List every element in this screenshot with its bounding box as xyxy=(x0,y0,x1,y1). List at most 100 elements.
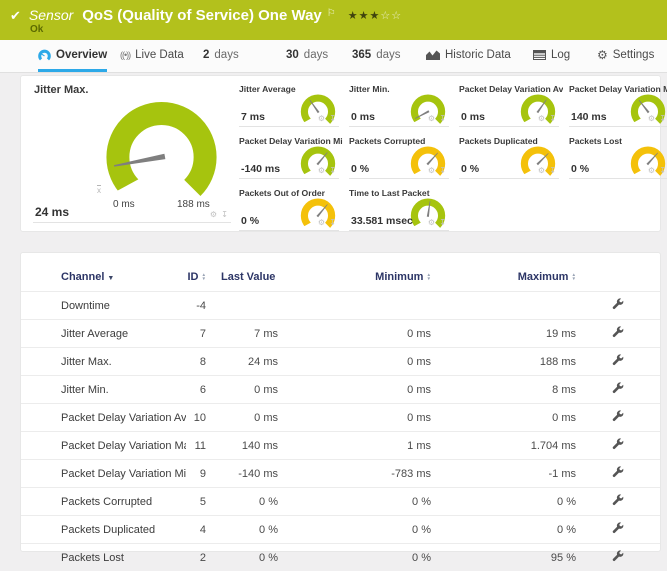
minimum-value xyxy=(278,292,431,320)
tab-30-days[interactable]: 30 days xyxy=(286,40,328,72)
channel-settings-wrench-icon[interactable] xyxy=(612,497,624,509)
channel-settings-wrench-icon[interactable] xyxy=(612,413,624,425)
flag-icon[interactable]: ⚐ xyxy=(327,8,336,19)
gauge-value: 0 % xyxy=(241,215,259,227)
channel-settings-wrench-icon[interactable] xyxy=(612,301,624,313)
tab-live-data[interactable]: ((•)) Live Data xyxy=(120,40,184,72)
column-header-last-value[interactable]: Last Value▲▼ xyxy=(206,265,278,292)
channel-name[interactable]: Jitter Average xyxy=(21,320,186,348)
channel-id: 11 xyxy=(186,432,206,460)
channel-settings-wrench-icon[interactable] xyxy=(612,385,624,397)
gauge-actions[interactable]: ⚙ ↧ xyxy=(538,166,557,175)
channel-settings-wrench-icon[interactable] xyxy=(612,553,624,565)
channel-name[interactable]: Downtime xyxy=(21,292,186,320)
channel-settings-wrench-icon[interactable] xyxy=(612,357,624,369)
table-row[interactable]: Packet Delay Variation Min. 9 -140 ms -7… xyxy=(21,460,660,488)
minimum-value: 0 % xyxy=(278,544,431,571)
gear-icon: ⚙ xyxy=(428,218,436,227)
tab-historic-data[interactable]: Historic Data xyxy=(426,40,511,72)
channel-id: -4 xyxy=(186,292,206,320)
maximum-value xyxy=(431,292,576,320)
channel-id: 4 xyxy=(186,516,206,544)
sort-icon: ▲▼ xyxy=(571,273,576,282)
last-value: 0 % xyxy=(206,488,278,516)
gauge-actions[interactable]: ⚙ ↧ xyxy=(318,114,337,123)
maximum-value: 8 ms xyxy=(431,376,576,404)
table-row[interactable]: Packets Lost 2 0 % 0 % 95 % xyxy=(21,544,660,571)
channel-name[interactable]: Jitter Max. xyxy=(21,348,186,376)
pin-icon: ↧ xyxy=(549,166,557,175)
maximum-value: 19 ms xyxy=(431,320,576,348)
column-header-minimum[interactable]: Minimum▲▼ xyxy=(278,265,431,292)
column-header-maximum[interactable]: Maximum▲▼ xyxy=(431,265,576,292)
maximum-value: 0 % xyxy=(431,488,576,516)
primary-gauge-dial xyxy=(104,94,219,203)
channel-id: 8 xyxy=(186,348,206,376)
mean-icon[interactable]: x xyxy=(97,186,101,195)
gauge-actions[interactable]: ⚙ ↧ xyxy=(318,218,337,227)
channel-name[interactable]: Packets Lost xyxy=(21,544,186,571)
maximum-value: 0 % xyxy=(431,516,576,544)
sensor-header: ✔ Sensor QoS (Quality of Service) One Wa… xyxy=(0,0,667,40)
channel-settings-wrench-icon[interactable] xyxy=(612,525,624,537)
gauge-actions[interactable]: ⚙ ↧ xyxy=(318,166,337,175)
gear-icon: ⚙ xyxy=(538,114,546,123)
table-row[interactable]: Jitter Max. 8 24 ms 0 ms 188 ms xyxy=(21,348,660,376)
last-value: 7 ms xyxy=(206,320,278,348)
gauge-actions[interactable]: ⚙ ↧ xyxy=(428,218,447,227)
gauge-icon xyxy=(38,49,51,61)
star-icon: ☆ xyxy=(380,10,391,22)
channel-name[interactable]: Packet Delay Variation Max. xyxy=(21,432,186,460)
gauge-tile-jitter-average: Jitter Average 7 ms ⚙ ↧ xyxy=(237,82,341,127)
tab-overview[interactable]: Overview xyxy=(38,40,107,72)
table-row[interactable]: Packet Delay Variation Av... 10 0 ms 0 m… xyxy=(21,404,660,432)
table-row[interactable]: Packets Duplicated 4 0 % 0 % 0 % xyxy=(21,516,660,544)
maximum-value: -1 ms xyxy=(431,460,576,488)
channel-name[interactable]: Packets Duplicated xyxy=(21,516,186,544)
channel-name[interactable]: Packet Delay Variation Min. xyxy=(21,460,186,488)
gauge-actions[interactable]: ⚙ ↧ xyxy=(648,114,667,123)
channel-settings-wrench-icon[interactable] xyxy=(612,441,624,453)
gauge-actions[interactable]: ⚙ ↧ xyxy=(428,114,447,123)
pin-icon: ↧ xyxy=(439,114,447,123)
gear-icon: ⚙ xyxy=(318,218,326,227)
tab-2-days[interactable]: 2 days xyxy=(203,40,239,72)
gear-icon: ⚙ xyxy=(597,48,608,62)
channel-settings-wrench-icon[interactable] xyxy=(612,469,624,481)
gauge-label: Jitter Max. xyxy=(34,84,88,96)
gauge-actions[interactable]: ⚙ ↧ xyxy=(210,210,229,219)
pin-icon: ↧ xyxy=(221,210,229,219)
table-row[interactable]: Jitter Average 7 7 ms 0 ms 19 ms xyxy=(21,320,660,348)
table-row[interactable]: Packet Delay Variation Max. 11 140 ms 1 … xyxy=(21,432,660,460)
broadcast-icon: ((•)) xyxy=(120,50,130,60)
channel-name[interactable]: Packet Delay Variation Av... xyxy=(21,404,186,432)
star-icon: ★ xyxy=(370,10,381,22)
gauge-value: 7 ms xyxy=(241,111,265,123)
gauge-actions[interactable]: ⚙ ↧ xyxy=(648,166,667,175)
channel-settings-wrench-icon[interactable] xyxy=(612,329,624,341)
channel-name[interactable]: Jitter Min. xyxy=(21,376,186,404)
page-title: QoS (Quality of Service) One Way xyxy=(82,7,322,24)
column-header-channel[interactable]: Channel▼ xyxy=(21,265,186,292)
last-value: 24 ms xyxy=(206,348,278,376)
gauge-tile-pdv-average: Packet Delay Variation Average 0 ms ⚙ ↧ xyxy=(457,82,561,127)
gauge-actions[interactable]: ⚙ ↧ xyxy=(538,114,557,123)
gear-icon: ⚙ xyxy=(428,114,436,123)
status-check-icon: ✔ xyxy=(10,8,21,24)
gauge-tile-pdv-min: Packet Delay Variation Min. -140 ms ⚙ ↧ xyxy=(237,134,341,179)
minimum-value: 0 % xyxy=(278,488,431,516)
gauge-actions[interactable]: ⚙ ↧ xyxy=(428,166,447,175)
table-row[interactable]: Jitter Min. 6 0 ms 0 ms 8 ms xyxy=(21,376,660,404)
channel-id: 6 xyxy=(186,376,206,404)
tab-365-days[interactable]: 365 days xyxy=(352,40,400,72)
table-row[interactable]: Packets Corrupted 5 0 % 0 % 0 % xyxy=(21,488,660,516)
tab-settings[interactable]: ⚙ Settings xyxy=(597,40,654,72)
table-row[interactable]: Downtime -4 xyxy=(21,292,660,320)
column-header-id[interactable]: ID▲▼ xyxy=(186,265,206,292)
tab-log[interactable]: Log xyxy=(533,40,570,72)
channel-id: 10 xyxy=(186,404,206,432)
channel-name[interactable]: Packets Corrupted xyxy=(21,488,186,516)
priority-stars[interactable]: ★★★☆☆ xyxy=(348,9,402,22)
pin-icon: ↧ xyxy=(659,166,667,175)
primary-gauge-tile: Jitter Max. x 0 ms 188 ms 24 ms ⚙ ↧ xyxy=(29,82,235,223)
